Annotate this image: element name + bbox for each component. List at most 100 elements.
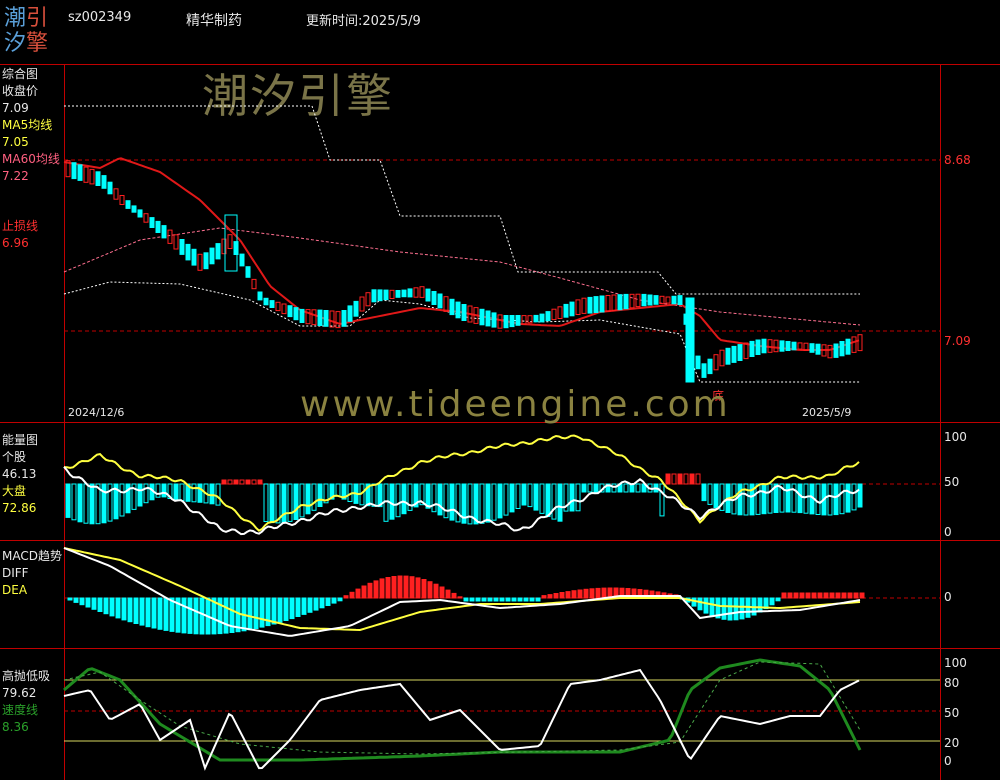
energy-bar [683,473,689,485]
macd-bar [163,597,169,631]
macd-bar [379,578,385,599]
macd-bar [595,587,601,599]
price-candle [197,253,203,271]
energy-bar [83,483,89,524]
energy-bar [119,483,125,517]
price-candle [77,164,83,181]
macd-bar [133,597,139,624]
price-candle [575,299,581,315]
macd-bar [439,586,445,599]
price-candle [131,205,137,213]
energy-bar [263,483,269,522]
price-candle [593,296,599,314]
macd-bar [193,597,199,635]
price-candle [287,305,293,318]
energy-bar [689,473,695,485]
price-candle [185,243,191,261]
price-candle [143,213,149,223]
macd-bar [421,579,427,599]
energy-bar [677,473,683,485]
macd-bar [295,597,301,617]
energy-bar [593,483,599,493]
macd-bar [583,588,589,599]
energy-bar [497,483,503,519]
macd-bar [571,590,577,599]
macd-bar [841,592,847,599]
price-candle [293,307,299,321]
price-candle [179,239,185,255]
energy-bar [623,483,629,493]
price-candle [317,309,323,327]
price-candle [203,252,209,270]
price-candle [551,308,557,321]
energy-bar [635,483,641,493]
energy-bar [545,483,551,517]
energy-bar [557,483,563,522]
energy-bar [707,483,713,505]
price-candle [545,311,551,322]
energy-bar [197,483,203,503]
macd-bar [259,597,265,628]
macd-bar [589,588,595,599]
price-candle [71,162,77,180]
price-candle [497,314,503,329]
price-candle [89,168,95,185]
energy-bar [479,483,485,524]
macd-bar [403,575,409,599]
energy-bar [233,479,239,485]
price-candle [227,234,233,249]
macd-bar [409,576,415,599]
price-candle [779,340,785,352]
energy-bar [227,479,233,485]
energy-bar [491,483,497,521]
price-candle [491,312,497,328]
macd-bar [349,591,355,599]
energy-bar [299,483,305,518]
energy-bar [293,483,299,520]
macd-bar [775,597,781,602]
energy-bar [269,483,275,524]
macd-bar [823,592,829,599]
price-candle [341,310,347,327]
macd-bar [811,592,817,599]
macd-bar [433,583,439,599]
macd-bar [463,597,469,602]
macd-bar [325,597,331,606]
energy-bar [155,483,161,498]
energy-bar [311,483,317,511]
macd-bar [709,597,715,617]
price-candle [749,340,755,357]
macd-bar [475,597,481,602]
macd-bar [535,597,541,602]
macd-bar [223,597,229,634]
energy-bar [815,483,821,515]
macd-bar [817,592,823,599]
macd-bar [787,592,793,599]
price-candle [149,217,155,229]
macd-bar [835,592,841,599]
macd-bar [727,597,733,621]
price-candle [263,297,269,306]
macd-bar [859,592,865,599]
energy-bar [659,483,665,517]
macd-bar [151,597,157,629]
energy-bar [569,483,575,512]
energy-bar [449,483,455,521]
macd-bar [739,597,745,620]
energy-bar [797,483,803,514]
energy-bar [803,483,809,514]
price-candle [257,291,263,301]
price-candle [95,171,101,187]
energy-bar [587,483,593,493]
macd-bar [781,592,787,599]
macd-bar [85,597,91,608]
energy-bar [71,483,77,521]
price-candle [659,295,665,305]
price-candle [845,338,851,355]
price-candle [401,289,407,298]
macd-bar [367,582,373,599]
price-candle [857,334,863,352]
macd-bar [157,597,163,630]
macd-bar [757,597,763,613]
energy-bar [515,483,521,509]
